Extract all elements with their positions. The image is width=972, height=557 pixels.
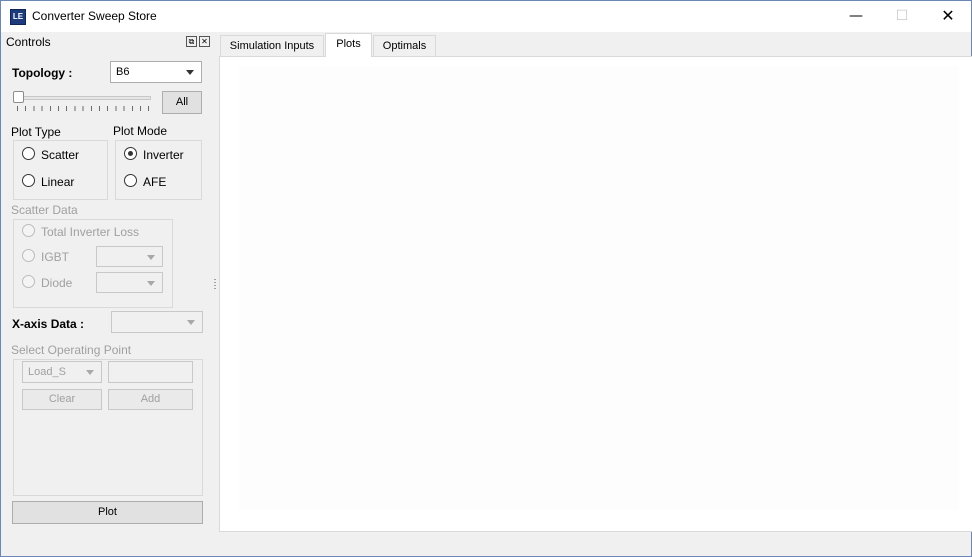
tab-simulation-inputs[interactable]: Simulation Inputs (220, 35, 324, 56)
chevron-down-icon (186, 70, 194, 75)
chevron-down-icon (86, 370, 94, 375)
window-title: Converter Sweep Store (32, 9, 157, 23)
topology-value: B6 (116, 66, 130, 78)
add-button[interactable]: Add (108, 389, 193, 410)
plot-button[interactable]: Plot (12, 501, 203, 524)
linear-label: Linear (41, 175, 75, 189)
operating-point-input[interactable] (108, 361, 193, 383)
topology-combo[interactable]: B6 (110, 61, 202, 83)
operating-point-label: Select Operating Point (11, 343, 132, 357)
operating-point-combo[interactable]: Load_S (22, 361, 102, 383)
xaxis-combo[interactable] (111, 311, 203, 333)
scatter-label: Scatter (41, 148, 80, 162)
controls-dock-title: Controls (6, 35, 51, 49)
inverter-radio[interactable] (124, 147, 137, 160)
igbt-combo[interactable] (96, 246, 163, 267)
topology-label: Topology : (12, 66, 73, 80)
afe-label: AFE (143, 175, 167, 189)
operating-point-value: Load_S (28, 366, 66, 378)
diode-label: Diode (41, 276, 73, 290)
afe-radio[interactable] (124, 174, 137, 187)
chevron-down-icon (147, 255, 155, 260)
close-button[interactable]: ✕ (925, 1, 971, 32)
all-button[interactable]: All (162, 91, 202, 114)
chevron-down-icon (187, 320, 195, 325)
minimize-button[interactable]: — (833, 1, 879, 32)
clear-button[interactable]: Clear (22, 389, 102, 410)
igbt-radio[interactable] (22, 249, 35, 262)
dock-float-icon[interactable]: ⧉ (186, 36, 197, 47)
title-bar[interactable]: LE Converter Sweep Store — ☐ ✕ (1, 1, 971, 32)
slider-ticks (17, 106, 149, 111)
plot-type-label: Plot Type (11, 125, 61, 139)
topology-slider-track[interactable] (13, 96, 151, 100)
maximize-button[interactable]: ☐ (879, 1, 925, 32)
status-bar (1, 536, 971, 556)
topology-slider-handle[interactable] (13, 91, 24, 103)
linear-radio[interactable] (22, 174, 35, 187)
app-icon: LE (10, 9, 26, 25)
scatter-radio[interactable] (22, 147, 35, 160)
tab-optimals[interactable]: Optimals (373, 35, 436, 56)
inverter-label: Inverter (143, 148, 184, 162)
dock-close-icon[interactable]: ✕ (199, 36, 210, 47)
main-window: LE Converter Sweep Store — ☐ ✕ Controls … (0, 0, 972, 557)
diode-radio[interactable] (22, 275, 35, 288)
total-inverter-loss-label: Total Inverter Loss (41, 225, 140, 239)
xaxis-label: X-axis Data : (12, 317, 85, 331)
dock-splitter[interactable] (214, 279, 216, 291)
scatter-data-label: Scatter Data (11, 203, 78, 217)
plot-mode-label: Plot Mode (113, 124, 168, 138)
diode-combo[interactable] (96, 272, 163, 293)
total-inverter-loss-radio[interactable] (22, 224, 35, 237)
igbt-label: IGBT (41, 250, 70, 264)
plot-canvas[interactable] (239, 67, 959, 509)
chevron-down-icon (147, 281, 155, 286)
tab-plots[interactable]: Plots (325, 33, 372, 57)
